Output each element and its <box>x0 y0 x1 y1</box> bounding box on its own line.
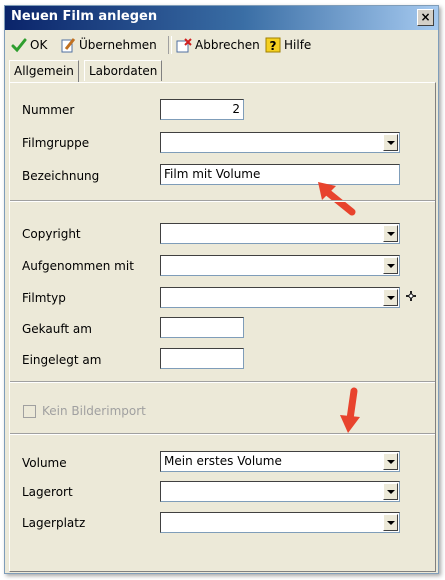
toolbar: OK Übernehmen Abbrechen ? Hilfe <box>5 32 438 58</box>
eingelegt-am-field[interactable] <box>160 348 244 369</box>
cancel-button[interactable]: Abbrechen <box>176 36 260 54</box>
gekauft-am-label: Gekauft am <box>22 322 92 336</box>
lagerort-label: Lagerort <box>22 485 73 499</box>
bezeichnung-label: Bezeichnung <box>22 169 100 183</box>
annotation-arrow-icon <box>340 387 360 433</box>
nummer-field[interactable]: 2 <box>160 99 244 120</box>
tab-allgemein[interactable]: Allgemein <box>9 60 79 82</box>
kein-bilderimport-label: Kein Bilderimport <box>42 404 146 418</box>
nummer-label: Nummer <box>22 103 75 117</box>
lagerort-dropdown[interactable] <box>160 481 400 502</box>
aufgenommen-mit-dropdown[interactable] <box>160 255 400 276</box>
chevron-down-icon[interactable] <box>383 257 398 274</box>
annotation-arrow-icon <box>318 182 356 216</box>
check-icon <box>11 38 27 53</box>
eingelegt-am-label: Eingelegt am <box>22 353 102 367</box>
section-divider <box>10 200 435 202</box>
chevron-down-icon[interactable] <box>383 483 398 500</box>
aufgenommen-mit-label: Aufgenommen mit <box>22 259 134 273</box>
cancel-document-icon <box>176 38 192 53</box>
volume-label: Volume <box>22 456 67 470</box>
help-button[interactable]: ? Hilfe <box>265 36 311 54</box>
chevron-down-icon[interactable] <box>383 134 398 151</box>
volume-dropdown[interactable]: Mein erstes Volume <box>160 451 400 472</box>
copyright-label: Copyright <box>22 227 81 241</box>
dialog-window: Neuen Film anlegen × OK Übernehmen Abbre… <box>4 5 439 574</box>
cancel-label: Abbrechen <box>195 38 260 52</box>
ok-button[interactable]: OK <box>11 36 47 54</box>
filmgruppe-label: Filmgruppe <box>22 136 90 150</box>
apply-label: Übernehmen <box>79 38 157 52</box>
add-filmtyp-icon[interactable] <box>405 290 417 302</box>
apply-button[interactable]: Übernehmen <box>60 36 157 54</box>
ok-label: OK <box>30 38 48 52</box>
title-bar: Neuen Film anlegen × <box>5 6 438 30</box>
lagerplatz-dropdown[interactable] <box>160 512 400 533</box>
close-button[interactable]: × <box>417 9 434 26</box>
toolbar-separator <box>168 36 172 54</box>
filmtyp-dropdown[interactable] <box>160 287 400 308</box>
window-title: Neuen Film anlegen <box>11 9 158 24</box>
filmgruppe-dropdown[interactable] <box>160 132 400 153</box>
edit-icon <box>61 38 76 53</box>
kein-bilderimport-checkbox[interactable] <box>23 405 36 418</box>
tab-panel-allgemein: Nummer 2 Filmgruppe Bezeichnung Film mit… <box>9 82 436 572</box>
chevron-down-icon[interactable] <box>383 514 398 531</box>
tab-labordaten[interactable]: Labordaten <box>84 60 163 81</box>
help-label: Hilfe <box>284 38 312 52</box>
chevron-down-icon[interactable] <box>383 225 398 242</box>
chevron-down-icon[interactable] <box>383 453 398 470</box>
help-icon: ? <box>265 37 281 53</box>
chevron-down-icon[interactable] <box>383 289 398 306</box>
gekauft-am-field[interactable] <box>160 317 244 338</box>
lagerplatz-label: Lagerplatz <box>22 516 86 530</box>
filmtyp-label: Filmtyp <box>22 291 66 305</box>
section-divider <box>10 381 435 383</box>
bezeichnung-field[interactable]: Film mit Volume <box>160 164 400 185</box>
help-icon-glyph: ? <box>270 39 277 53</box>
copyright-dropdown[interactable] <box>160 223 400 244</box>
section-divider <box>10 433 435 435</box>
